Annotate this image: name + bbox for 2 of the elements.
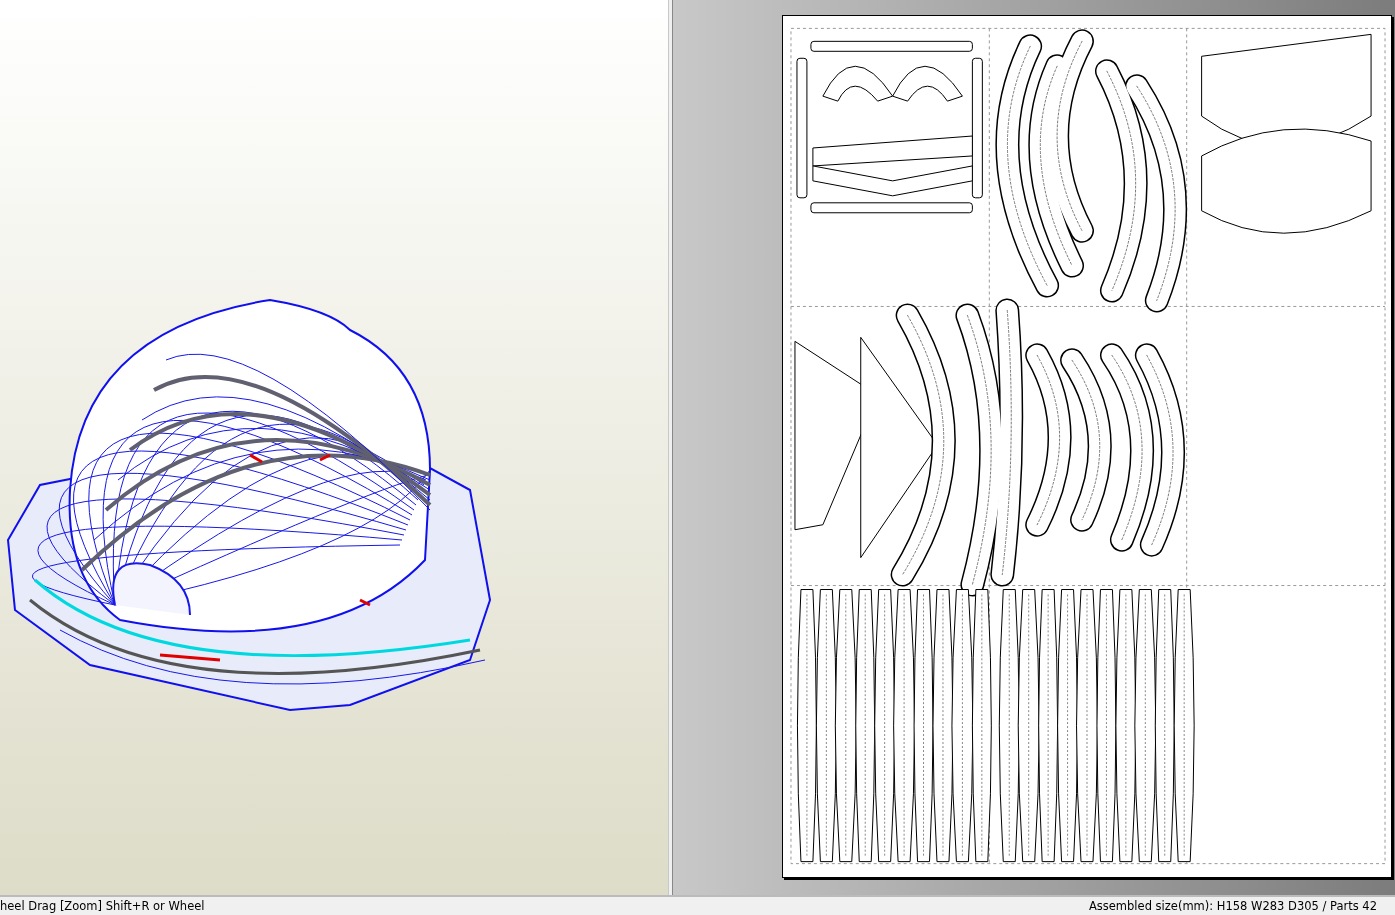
status-hint-text: heel Drag [Zoom] Shift+R or Wheel bbox=[0, 899, 205, 913]
assembled-size-text: Assembled size(mm): H158 W283 D305 / Parts 42 bbox=[1088, 899, 1378, 913]
